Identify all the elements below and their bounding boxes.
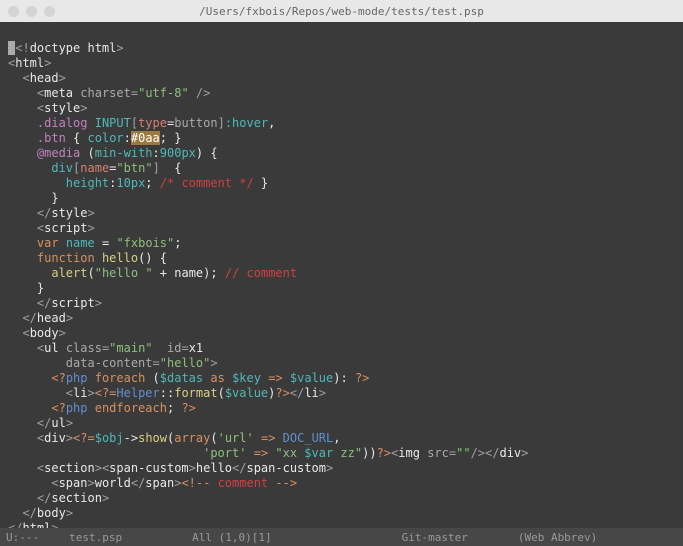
window-title: /Users/fxbois/Repos/web-mode/tests/test.… [8, 5, 675, 18]
status-filename: test.psp [69, 531, 122, 544]
traffic-lights [8, 6, 55, 17]
titlebar[interactable]: /Users/fxbois/Repos/web-mode/tests/test.… [0, 0, 683, 22]
zoom-icon[interactable] [44, 6, 55, 17]
status-mode: (Web Abbrev) [518, 531, 597, 544]
close-icon[interactable] [8, 6, 19, 17]
status-left: U:--- [6, 531, 39, 544]
status-vcs: Git-master [402, 531, 468, 544]
minimize-icon[interactable] [26, 6, 37, 17]
statusbar: U:--- test.psp All (1,0)[1] Git-master (… [0, 528, 683, 546]
status-position: All (1,0)[1] [192, 531, 271, 544]
code-editor[interactable]: <!doctype html> <html> <head> <meta char… [0, 22, 683, 528]
